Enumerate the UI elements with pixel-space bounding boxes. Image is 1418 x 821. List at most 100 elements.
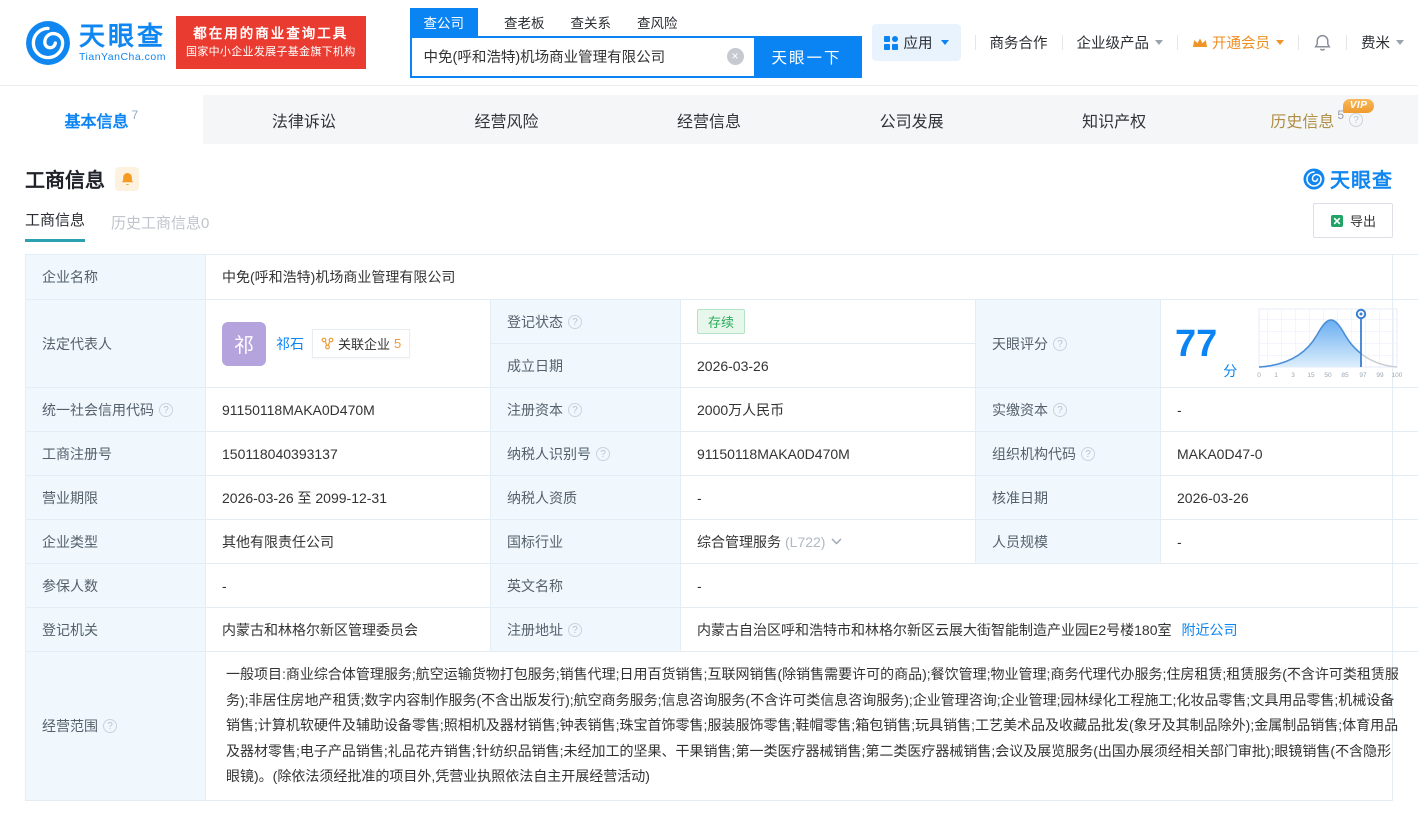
related-companies-label: 关联企业: [338, 337, 391, 352]
tab-history-info[interactable]: VIP 历史信息 5 ?: [1215, 95, 1418, 144]
score-unit: 分: [1223, 363, 1238, 379]
reg-status-label: 登记状态 ?: [490, 299, 680, 343]
svg-text:50: 50: [1325, 372, 1333, 379]
reg-no-label: 工商注册号: [25, 431, 205, 475]
taxpayer-qual-value: -: [680, 475, 975, 519]
divider: [1346, 35, 1347, 50]
question-icon[interactable]: ?: [596, 446, 610, 461]
score-label-text: 天眼评分: [992, 335, 1048, 352]
score-distribution-chart: 0 1 3 15 50 85 97 99 100: [1257, 308, 1403, 379]
question-icon[interactable]: ?: [103, 718, 117, 733]
reg-address-label: 注册地址?: [490, 607, 680, 651]
tab-operation-info[interactable]: 经营信息: [608, 95, 811, 144]
search-tab-relation[interactable]: 查关系: [571, 8, 612, 36]
enterprise-label: 企业级产品: [1076, 36, 1150, 52]
business-scope-label: 经营范围?: [25, 651, 205, 800]
tab-count: 7: [131, 107, 139, 122]
business-term-label: 营业期限: [25, 475, 205, 519]
clear-icon[interactable]: ×: [726, 48, 744, 65]
question-icon[interactable]: ?: [568, 314, 582, 329]
divider: [1177, 35, 1178, 50]
taxpayer-qual-label: 纳税人资质: [490, 475, 680, 519]
company-name-label: 企业名称: [25, 254, 205, 299]
main-tab-bar: 基本信息 7 法律诉讼 经营风险 经营信息 公司发展 知识产权 VIP 历史信息 5…: [0, 95, 1418, 144]
nav-enterprise-products[interactable]: 企业级产品: [1076, 32, 1163, 53]
question-icon[interactable]: ?: [568, 622, 582, 637]
svg-text:3: 3: [1291, 372, 1295, 379]
related-companies-badge[interactable]: 关联企业 5: [312, 329, 411, 358]
export-label: 导出: [1349, 214, 1376, 229]
establish-date-value: 2026-03-26: [680, 343, 975, 387]
reg-address-label-text: 注册地址: [507, 621, 563, 638]
tab-label: 经营风险: [474, 113, 539, 131]
tab-label: 法律诉讼: [271, 113, 336, 131]
reg-capital-label: 注册资本?: [490, 387, 680, 431]
chevron-down-icon: [1155, 40, 1163, 45]
nearby-companies-link[interactable]: 附近公司: [1181, 620, 1237, 640]
tianyancha-logo[interactable]: 天眼查 TianYanCha.com: [25, 20, 166, 66]
industry-value: 综合管理服务: [697, 533, 781, 550]
membership-label: 开通会员: [1212, 36, 1270, 52]
tianyancha-logo-icon: [26, 20, 70, 65]
score-value: 77: [1175, 322, 1218, 365]
insured-count-value: -: [205, 563, 490, 607]
export-button[interactable]: 导出: [1312, 203, 1393, 238]
section-title: 工商信息: [25, 170, 105, 192]
reg-address-value: 内蒙古自治区呼和浩特市和林格尔新区云展大街智能制造产业园E2号楼180室: [697, 621, 1172, 638]
tab-intellectual-property[interactable]: 知识产权: [1013, 95, 1216, 144]
taxpayer-id-label: 纳税人识别号?: [490, 431, 680, 475]
tab-label: 知识产权: [1082, 113, 1147, 131]
reg-authority-label: 登记机关: [25, 607, 205, 651]
subtab-history-business-info[interactable]: 历史工商信息0: [111, 212, 209, 242]
search-button[interactable]: 天眼一下: [753, 37, 860, 76]
tab-operation-risk[interactable]: 经营风险: [405, 95, 608, 144]
watermark-logo: 天眼查: [1303, 164, 1393, 193]
paid-capital-value: -: [1160, 387, 1418, 431]
subtab-business-info[interactable]: 工商信息: [25, 209, 86, 242]
company-name-value: 中免(呼和浩特)机场商业管理有限公司: [205, 254, 1418, 299]
username: 费米: [1361, 36, 1390, 52]
tab-basic-info[interactable]: 基本信息 7: [0, 95, 203, 144]
status-badge: 存续: [697, 309, 746, 334]
search-input[interactable]: [411, 37, 727, 76]
question-icon[interactable]: ?: [1349, 112, 1364, 127]
legal-rep-name-link[interactable]: 祁石: [276, 334, 304, 354]
legal-rep-avatar[interactable]: 祁: [222, 321, 266, 366]
reg-status-cell: 存续: [680, 299, 975, 343]
tab-label: 经营信息: [677, 113, 742, 131]
crown-icon: [1193, 38, 1207, 47]
question-icon[interactable]: ?: [159, 402, 173, 417]
vip-badge: VIP: [1342, 99, 1375, 113]
search-box: × 天眼一下: [409, 35, 862, 78]
bell-icon: [1314, 34, 1331, 51]
search-tabs: 查公司 查老板 查关系 查风险: [409, 7, 862, 36]
question-icon[interactable]: ?: [1053, 402, 1067, 417]
search-tab-risk[interactable]: 查风险: [637, 8, 678, 36]
legal-rep-label: 法定代表人: [25, 299, 205, 387]
svg-text:0: 0: [1257, 372, 1261, 379]
excel-icon: [1330, 214, 1343, 227]
apps-menu[interactable]: 应用: [871, 24, 961, 61]
search-tab-company[interactable]: 查公司: [409, 7, 479, 36]
reg-no-value: 150118040393137: [205, 431, 490, 475]
industry-expand-button[interactable]: [831, 538, 842, 545]
reg-address-cell: 内蒙古自治区呼和浩特市和林格尔新区云展大街智能制造产业园E2号楼180室 附近公…: [680, 607, 1418, 651]
business-term-value: 2026-03-26 至 2099-12-31: [205, 475, 490, 519]
tab-company-development[interactable]: 公司发展: [810, 95, 1013, 144]
reg-capital-label-text: 注册资本: [507, 401, 563, 418]
nav-open-membership[interactable]: 开通会员: [1192, 32, 1284, 53]
nav-business-coop[interactable]: 商务合作: [990, 32, 1048, 53]
legal-rep-cell: 祁 祁石 关联企业 5: [205, 299, 490, 387]
uscc-label: 统一社会信用代码?: [25, 387, 205, 431]
question-icon[interactable]: ?: [1053, 336, 1067, 351]
search-tab-boss[interactable]: 查老板: [504, 8, 545, 36]
question-icon[interactable]: ?: [1081, 446, 1095, 461]
top-nav: 应用 商务合作 企业级产品 开通会员 费米: [871, 24, 1404, 61]
subscribe-bell-button[interactable]: [115, 166, 139, 191]
user-menu[interactable]: 费米: [1361, 32, 1404, 53]
approval-date-value: 2026-03-26: [1160, 475, 1418, 519]
notification-bell-button[interactable]: [1313, 33, 1332, 52]
tab-legal-proceedings[interactable]: 法律诉讼: [203, 95, 406, 144]
question-icon[interactable]: ?: [568, 402, 582, 417]
business-info-table: 企业名称 中免(呼和浩特)机场商业管理有限公司 法定代表人 祁 祁石 关联企业 …: [25, 254, 1418, 801]
